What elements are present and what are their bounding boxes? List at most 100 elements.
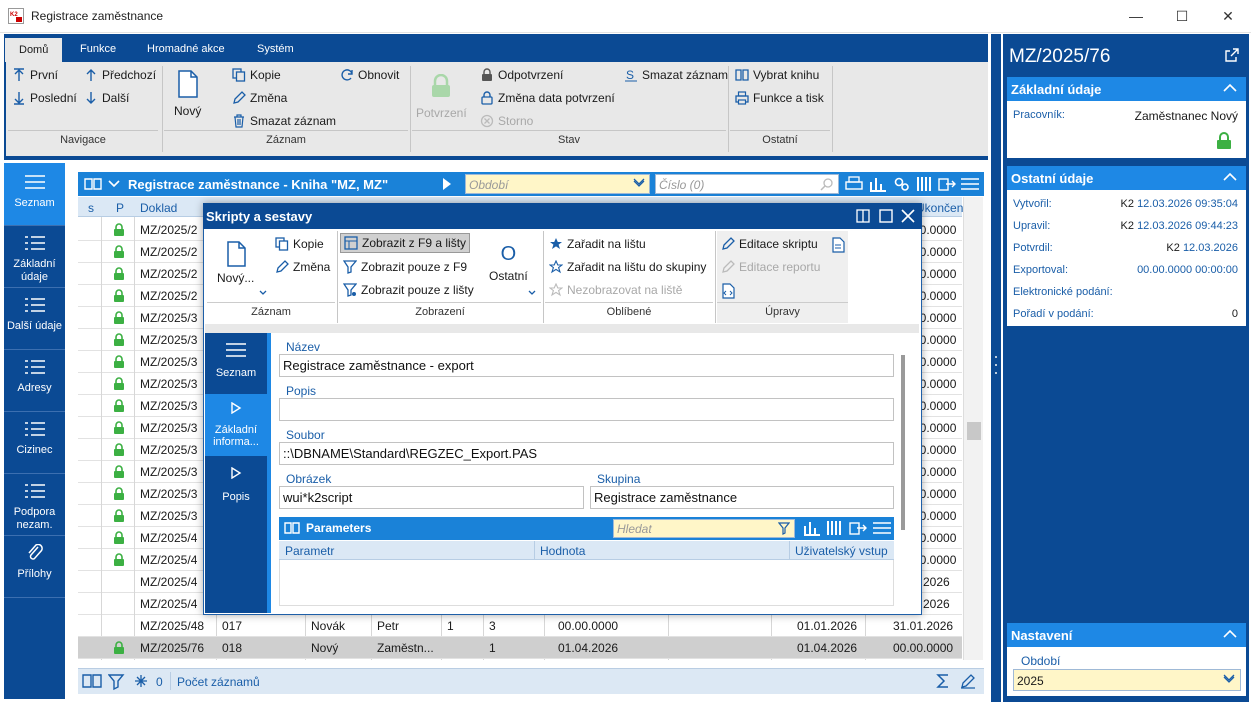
snowflake-icon[interactable] xyxy=(134,674,148,688)
filter-icon[interactable] xyxy=(778,522,790,535)
nav-basic-info[interactable]: Základní údaje xyxy=(4,226,65,286)
table-row[interactable]: MZ/2025/48 017 Novák Petr 1 3 00.00.0000… xyxy=(78,615,962,637)
nav-foreigner[interactable]: Cizinec xyxy=(4,412,65,472)
maximize-icon[interactable] xyxy=(879,209,893,223)
chevron-down-icon[interactable] xyxy=(108,179,120,189)
edit-report-button[interactable]: Editace reportu xyxy=(721,260,820,274)
code-file-icon[interactable] xyxy=(721,283,735,299)
chevron-up-icon[interactable] xyxy=(1223,172,1237,182)
chart-icon[interactable] xyxy=(869,176,887,192)
col-user-input[interactable]: Uživatelský vstup xyxy=(795,544,888,558)
delete-record-button[interactable]: Smazat záznam xyxy=(232,114,336,128)
first-button[interactable]: První xyxy=(12,68,58,82)
pencil-icon[interactable] xyxy=(960,673,976,689)
dropdown-icon[interactable] xyxy=(632,178,646,190)
dialog-new-button[interactable]: Nový... xyxy=(217,241,254,285)
show-f9-only-button[interactable]: Zobrazit pouze z F9 xyxy=(343,260,467,274)
confirm-button[interactable]: Potvrzení xyxy=(416,74,467,120)
worker-value[interactable]: Zaměstnanec Nový xyxy=(1135,109,1238,123)
dialog-nav-description[interactable]: Popis xyxy=(205,457,267,517)
show-bar-only-button[interactable]: Zobrazit pouze z lišty xyxy=(343,283,474,297)
columns-icon[interactable] xyxy=(826,520,844,536)
nav-unemployment-support[interactable]: Podpora nezam. xyxy=(4,474,65,534)
chevron-up-icon[interactable] xyxy=(1223,629,1237,639)
change-button[interactable]: Změna xyxy=(232,91,287,105)
export-icon[interactable] xyxy=(849,520,867,536)
filter-icon[interactable] xyxy=(108,673,126,691)
printer-icon[interactable] xyxy=(845,176,863,192)
add-to-bar-button[interactable]: Zařadit na lištu xyxy=(549,237,646,251)
dialog-nav-list[interactable]: Seznam xyxy=(205,333,267,393)
dialog-nav-basic-info[interactable]: Základní informa... xyxy=(205,394,267,456)
choose-book-button[interactable]: Vybrat knihu xyxy=(735,68,819,82)
menu-icon[interactable] xyxy=(872,521,892,535)
play-icon[interactable] xyxy=(440,177,454,191)
other-info-header[interactable]: Ostatní údaje xyxy=(1007,166,1246,190)
minimize-button[interactable]: — xyxy=(1113,0,1159,32)
params-search-input[interactable]: Hledat xyxy=(613,519,795,538)
refresh-button[interactable]: Obnovit xyxy=(340,68,399,82)
close-button[interactable]: ✕ xyxy=(1205,0,1251,32)
nav-attachments[interactable]: Přílohy xyxy=(4,536,65,596)
tab-functions[interactable]: Funkce xyxy=(66,37,130,62)
dropdown-icon[interactable] xyxy=(1222,674,1236,686)
storno-button[interactable]: Storno xyxy=(480,114,533,128)
last-button[interactable]: Poslední xyxy=(12,91,77,105)
menu-icon[interactable] xyxy=(960,177,980,191)
chevron-down-icon[interactable] xyxy=(259,290,267,296)
dialog-scrollbar[interactable] xyxy=(901,355,905,530)
show-f9-and-bar-button[interactable]: Zobrazit z F9 a lišty xyxy=(340,233,471,253)
sum-icon[interactable] xyxy=(935,673,951,689)
table-row-selected[interactable]: MZ/2025/76 018 Nový Zaměstn... 1 01.04.2… xyxy=(78,637,962,659)
dialog-copy-button[interactable]: Kopie xyxy=(275,237,324,251)
chart-icon[interactable] xyxy=(803,520,821,536)
number-search-input[interactable]: Číslo (0) xyxy=(655,174,839,194)
period-filter-input[interactable]: Období xyxy=(465,174,650,194)
delete-record-state-button[interactable]: S Smazat záznam xyxy=(624,68,728,82)
image-input[interactable]: wui*k2script xyxy=(279,486,584,509)
chevron-down-icon[interactable] xyxy=(528,290,536,296)
basic-info-header[interactable]: Základní údaje xyxy=(1007,77,1246,101)
maximize-button[interactable]: ☐ xyxy=(1159,0,1205,32)
col-p[interactable]: P xyxy=(116,201,124,215)
close-icon[interactable] xyxy=(901,209,915,223)
name-input[interactable]: Registrace zaměstnance - export xyxy=(279,354,894,377)
period-select[interactable]: 2025 xyxy=(1013,669,1241,691)
scroll-thumb[interactable] xyxy=(967,422,981,440)
columns-icon[interactable] xyxy=(916,176,934,192)
col-parameter[interactable]: Parametr xyxy=(285,544,334,558)
nav-more-info[interactable]: Další údaje xyxy=(4,288,65,348)
nav-list[interactable]: Seznam xyxy=(4,163,65,225)
description-input[interactable] xyxy=(279,398,894,421)
col-value[interactable]: Hodnota xyxy=(540,544,585,558)
previous-button[interactable]: Předchozí xyxy=(84,68,156,82)
book-icon[interactable] xyxy=(82,673,102,689)
tab-home[interactable]: Domů xyxy=(5,38,63,62)
export-icon[interactable] xyxy=(938,176,956,192)
tab-system[interactable]: Systém xyxy=(243,37,308,62)
copy-button[interactable]: Kopie xyxy=(232,68,281,82)
gears-icon[interactable] xyxy=(893,176,911,192)
col-doklad[interactable]: Doklad xyxy=(140,201,177,215)
new-button[interactable]: Nový xyxy=(174,70,201,118)
functions-print-button[interactable]: Funkce a tisk xyxy=(735,91,824,105)
script-file-icon[interactable] xyxy=(831,237,845,253)
grid-scrollbar[interactable] xyxy=(963,197,983,660)
dialog-other-button[interactable]: O Ostatní xyxy=(489,243,528,283)
unconfirm-button[interactable]: Odpotvrzení xyxy=(480,68,563,82)
popout-icon[interactable] xyxy=(1225,48,1239,62)
chevron-up-icon[interactable] xyxy=(1223,83,1237,93)
nav-addresses[interactable]: Adresy xyxy=(4,350,65,410)
next-button[interactable]: Další xyxy=(84,91,129,105)
file-input[interactable]: ::\DBNAME\Standard\REGZEC_Export.PAS xyxy=(279,442,894,465)
hide-from-bar-button[interactable]: Nezobrazovat na liště xyxy=(549,283,682,297)
restore-icon[interactable] xyxy=(856,209,870,223)
col-end[interactable]: Ukončení xyxy=(916,201,967,215)
tab-bulk-actions[interactable]: Hromadné akce xyxy=(133,37,239,62)
search-icon[interactable] xyxy=(820,178,834,191)
panel-splitter[interactable] xyxy=(991,34,1001,702)
col-s[interactable]: s xyxy=(88,201,94,215)
edit-script-button[interactable]: Editace skriptu xyxy=(721,237,818,251)
dialog-change-button[interactable]: Změna xyxy=(275,260,330,274)
settings-header[interactable]: Nastavení xyxy=(1007,623,1246,647)
